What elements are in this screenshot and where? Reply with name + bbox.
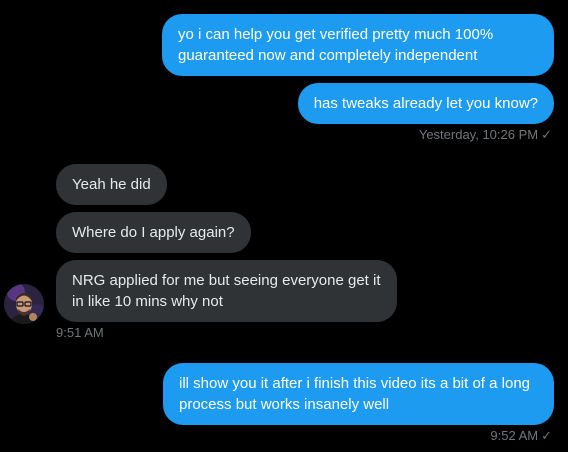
check-icon: ✓ [541,428,552,443]
message-bubble-incoming[interactable]: Where do I apply again? [56,212,251,253]
message-bubble-incoming[interactable]: NRG applied for me but seeing everyone g… [56,260,397,322]
message-timestamp: 9:52 AM ✓ [490,428,552,444]
message-bubble-outgoing[interactable]: yo i can help you get verified pretty mu… [162,14,554,76]
timestamp-text: 9:51 AM [56,325,104,340]
timestamp-text: Yesterday, 10:26 PM [418,127,539,142]
timestamp-text: 9:52 AM [490,428,539,443]
message-bubble-outgoing[interactable]: has tweaks already let you know? [297,83,554,124]
message-timestamp: Yesterday, 10:26 PM ✓ [419,127,552,143]
message-line: process but works insanely well [179,396,390,413]
message-line: guaranteed now and completely independen… [178,47,478,64]
message-line: Yeah he did [72,176,151,193]
message-line: in like 10 mins why not [72,293,223,310]
dm-conversation: yo i can help you get verified pretty mu… [0,0,568,452]
message-line: has tweaks already let you know? [313,95,538,112]
message-bubble-incoming[interactable]: Yeah he did [56,164,167,205]
message-line: yo i can help you get verified pretty mu… [178,26,494,43]
message-line: Where do I apply again? [72,224,235,241]
message-bubble-outgoing[interactable]: ill show you it after i finish this vide… [163,363,554,425]
check-icon: ✓ [541,127,552,142]
message-line: NRG applied for me but seeing everyone g… [72,272,381,289]
message-line: ill show you it after i finish this vide… [179,375,531,392]
avatar-image [4,284,44,324]
avatar[interactable] [4,284,44,324]
message-timestamp: 9:51 AM [56,325,104,341]
